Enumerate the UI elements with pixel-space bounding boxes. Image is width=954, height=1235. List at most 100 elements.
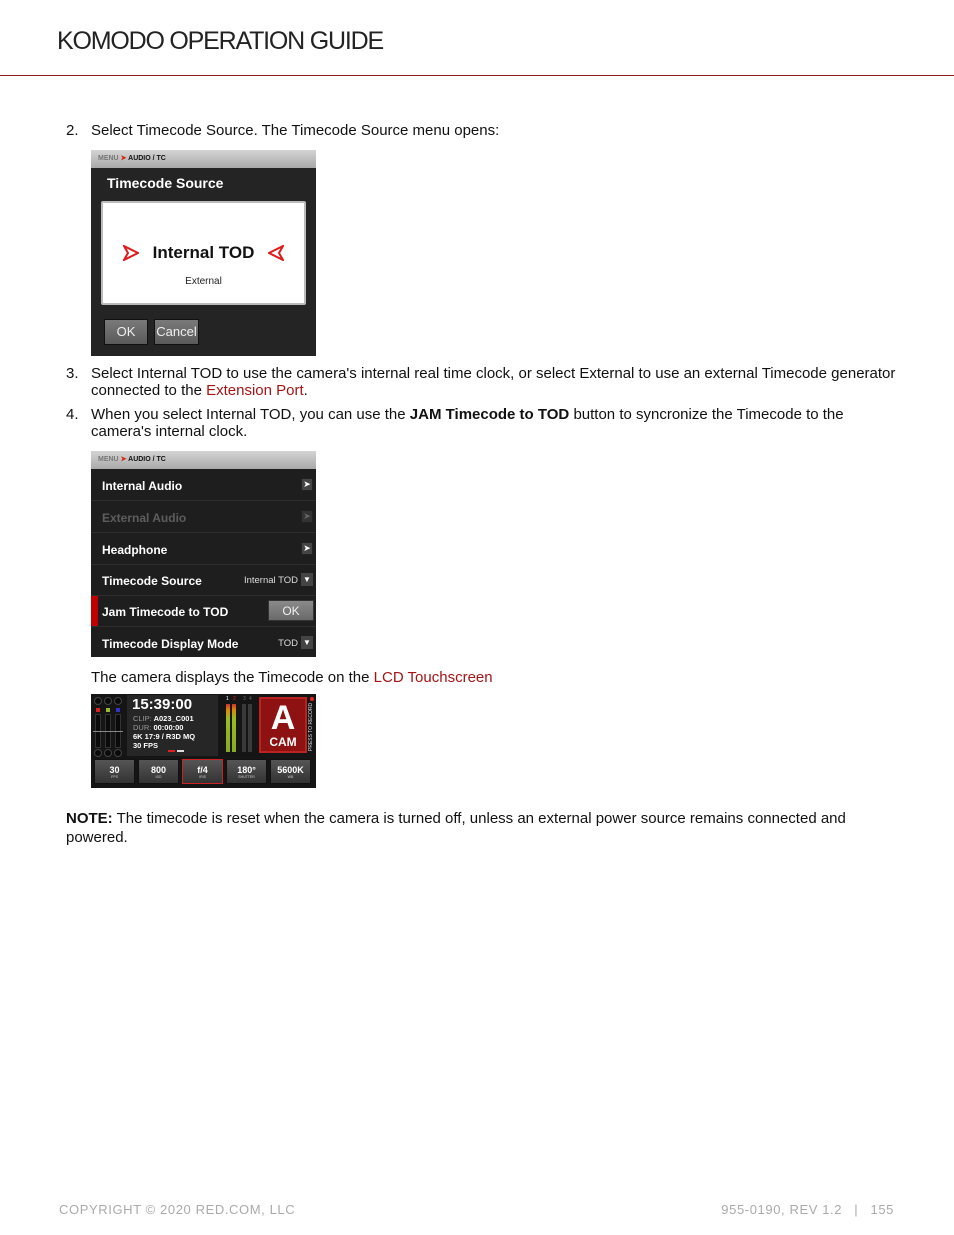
tile-shutter[interactable]: 180° SHUTTER	[226, 759, 267, 784]
step-3: 3. Select Internal TOD to use the camera…	[66, 365, 896, 399]
cancel-button[interactable]: Cancel	[154, 319, 199, 345]
menu-item-label: External Audio	[102, 511, 187, 525]
dur-value: 00:00:00	[153, 723, 184, 732]
menu-item-label: Headphone	[102, 543, 168, 557]
channel-label: 2	[233, 696, 236, 702]
caption-text: The camera displays the Timecode on the	[91, 669, 374, 686]
footer-separator: |	[854, 1202, 859, 1217]
tile-value: 800	[150, 765, 167, 775]
lcd-touchscreen-link[interactable]: LCD Touchscreen	[374, 669, 493, 686]
timecode-source-value: Internal TOD	[243, 575, 298, 586]
breadcrumb-menu[interactable]: MENU	[98, 155, 119, 162]
breadcrumb-path: AUDIO / TC	[128, 456, 166, 463]
note-text: The timecode is reset when the camera is…	[66, 810, 846, 846]
footer-page-info: 955-0190, REV 1.2 | 155	[721, 1202, 894, 1217]
rgb-faders	[93, 696, 125, 757]
menu-item-label: Jam Timecode to TOD	[102, 605, 229, 619]
chevron-down-icon[interactable]: ▼	[301, 636, 313, 649]
step-text-part: When you select Internal TOD, you can us…	[91, 406, 410, 423]
doc-revision: 955-0190, REV 1.2	[721, 1202, 843, 1217]
dialog-title: Timecode Source	[107, 175, 224, 191]
left-pointer-icon	[268, 245, 284, 261]
menu-item-timecode-display-mode[interactable]: Timecode Display Mode TOD ▼	[91, 628, 316, 657]
red-indicator	[96, 708, 100, 712]
knob	[114, 697, 122, 705]
tile-value: 5600K	[277, 765, 304, 775]
knob	[104, 749, 112, 757]
step-2: 2. Select Timecode Source. The Timecode …	[66, 122, 896, 139]
extension-port-link[interactable]: Extension Port	[206, 382, 304, 399]
page-indicator-active	[168, 750, 175, 752]
channel-label: 1	[226, 696, 229, 702]
jam-ok-button[interactable]: OK	[268, 600, 314, 621]
meter-channel-4	[248, 704, 252, 752]
tile-iris[interactable]: f/4 IRIS	[182, 759, 223, 784]
dur-line: DUR: 00:00:00	[133, 723, 183, 732]
dur-key: DUR:	[133, 723, 152, 732]
chevron-right-icon[interactable]: ➤	[301, 478, 313, 491]
chevron-right-icon: ➤	[301, 510, 313, 523]
clip-value: A023_C001	[153, 714, 194, 723]
meter-channel-1	[226, 704, 230, 752]
menu-item-label: Timecode Source	[102, 574, 202, 588]
breadcrumb-arrow-icon: ➤	[120, 155, 127, 162]
lcd-caption: The camera displays the Timecode on the …	[91, 669, 493, 686]
document-title: KOMODO OPERATION GUIDE	[57, 27, 384, 55]
breadcrumb: MENU ➤ AUDIO / TC	[91, 451, 316, 469]
step-text: Select Timecode Source. The Timecode Sou…	[91, 122, 500, 139]
breadcrumb-menu[interactable]: MENU	[98, 456, 119, 463]
timecode-display: 15:39:00	[132, 696, 193, 713]
green-indicator	[106, 708, 110, 712]
chevron-down-icon[interactable]: ▼	[301, 573, 313, 586]
note-paragraph: NOTE: The timecode is reset when the cam…	[66, 809, 896, 847]
header-divider	[0, 75, 954, 76]
clip-key: CLIP:	[133, 714, 152, 723]
blue-indicator	[116, 708, 120, 712]
knob	[94, 697, 102, 705]
clip-line: CLIP: A023_C001	[133, 714, 194, 723]
timecode-display-mode-value: TOD	[278, 638, 298, 649]
note-label: NOTE:	[66, 810, 113, 827]
option-picker[interactable]: Internal TOD External	[101, 201, 306, 305]
menu-item-label: Internal Audio	[102, 479, 183, 493]
menu-item-timecode-source[interactable]: Timecode Source Internal TOD ▼	[91, 565, 316, 596]
tile-wb[interactable]: 5600K WB	[270, 759, 311, 784]
tile-unit: ISO	[155, 775, 162, 779]
menu-item-internal-audio[interactable]: Internal Audio ➤	[91, 470, 316, 501]
tile-fps[interactable]: 30 FPS	[94, 759, 135, 784]
audio-tc-menu-screenshot: MENU ➤ AUDIO / TC Internal Audio ➤ Exter…	[91, 451, 316, 657]
settings-tiles: 30 FPS 800 ISO f/4 IRIS 180° SHUTTER 5600K WB	[93, 758, 314, 786]
menu-item-jam-timecode[interactable]: Jam Timecode to TOD OK	[91, 596, 316, 627]
breadcrumb-path: AUDIO / TC	[128, 155, 166, 162]
tile-unit: WB	[287, 775, 294, 779]
press-to-record-label: PRESS TO RECORD	[308, 702, 314, 752]
tile-unit: FPS	[111, 775, 118, 779]
audio-meters[interactable]: 1 2 3 4	[223, 696, 259, 754]
tile-value: 180°	[237, 765, 256, 775]
timecode-source-screenshot: MENU ➤ AUDIO / TC Timecode Source Intern…	[91, 150, 316, 356]
footer-copyright: COPYRIGHT © 2020 RED.COM, LLC	[59, 1202, 296, 1217]
lcd-touchscreen-screenshot: 15:39:00 CLIP: A023_C001 DUR: 00:00:00 6…	[91, 694, 316, 788]
tile-unit: SHUTTER	[238, 775, 255, 779]
tile-unit: IRIS	[199, 775, 206, 779]
timecode-panel[interactable]: 15:39:00 CLIP: A023_C001 DUR: 00:00:00 6…	[127, 695, 218, 756]
ok-button[interactable]: OK	[104, 319, 148, 345]
jam-timecode-emphasis: JAM Timecode to TOD	[409, 406, 570, 423]
record-button[interactable]: A CAM	[259, 697, 307, 753]
selection-indicator	[91, 596, 98, 626]
chevron-right-icon[interactable]: ➤	[301, 542, 313, 555]
step-number: 3.	[66, 365, 79, 382]
breadcrumb-arrow-icon: ➤	[120, 456, 127, 463]
menu-item-label: Timecode Display Mode	[102, 637, 239, 651]
knob	[94, 749, 102, 757]
knob	[104, 697, 112, 705]
step-number: 2.	[66, 122, 79, 139]
step-text: When you select Internal TOD, you can us…	[91, 406, 896, 440]
option-external[interactable]: External	[103, 276, 304, 287]
step-4: 4. When you select Internal TOD, you can…	[66, 406, 896, 440]
camera-letter: A	[270, 699, 296, 737]
menu-item-headphone[interactable]: Headphone ➤	[91, 534, 316, 565]
page-number: 155	[870, 1202, 894, 1217]
tile-value: f/4	[197, 765, 208, 775]
tile-iso[interactable]: 800 ISO	[138, 759, 179, 784]
